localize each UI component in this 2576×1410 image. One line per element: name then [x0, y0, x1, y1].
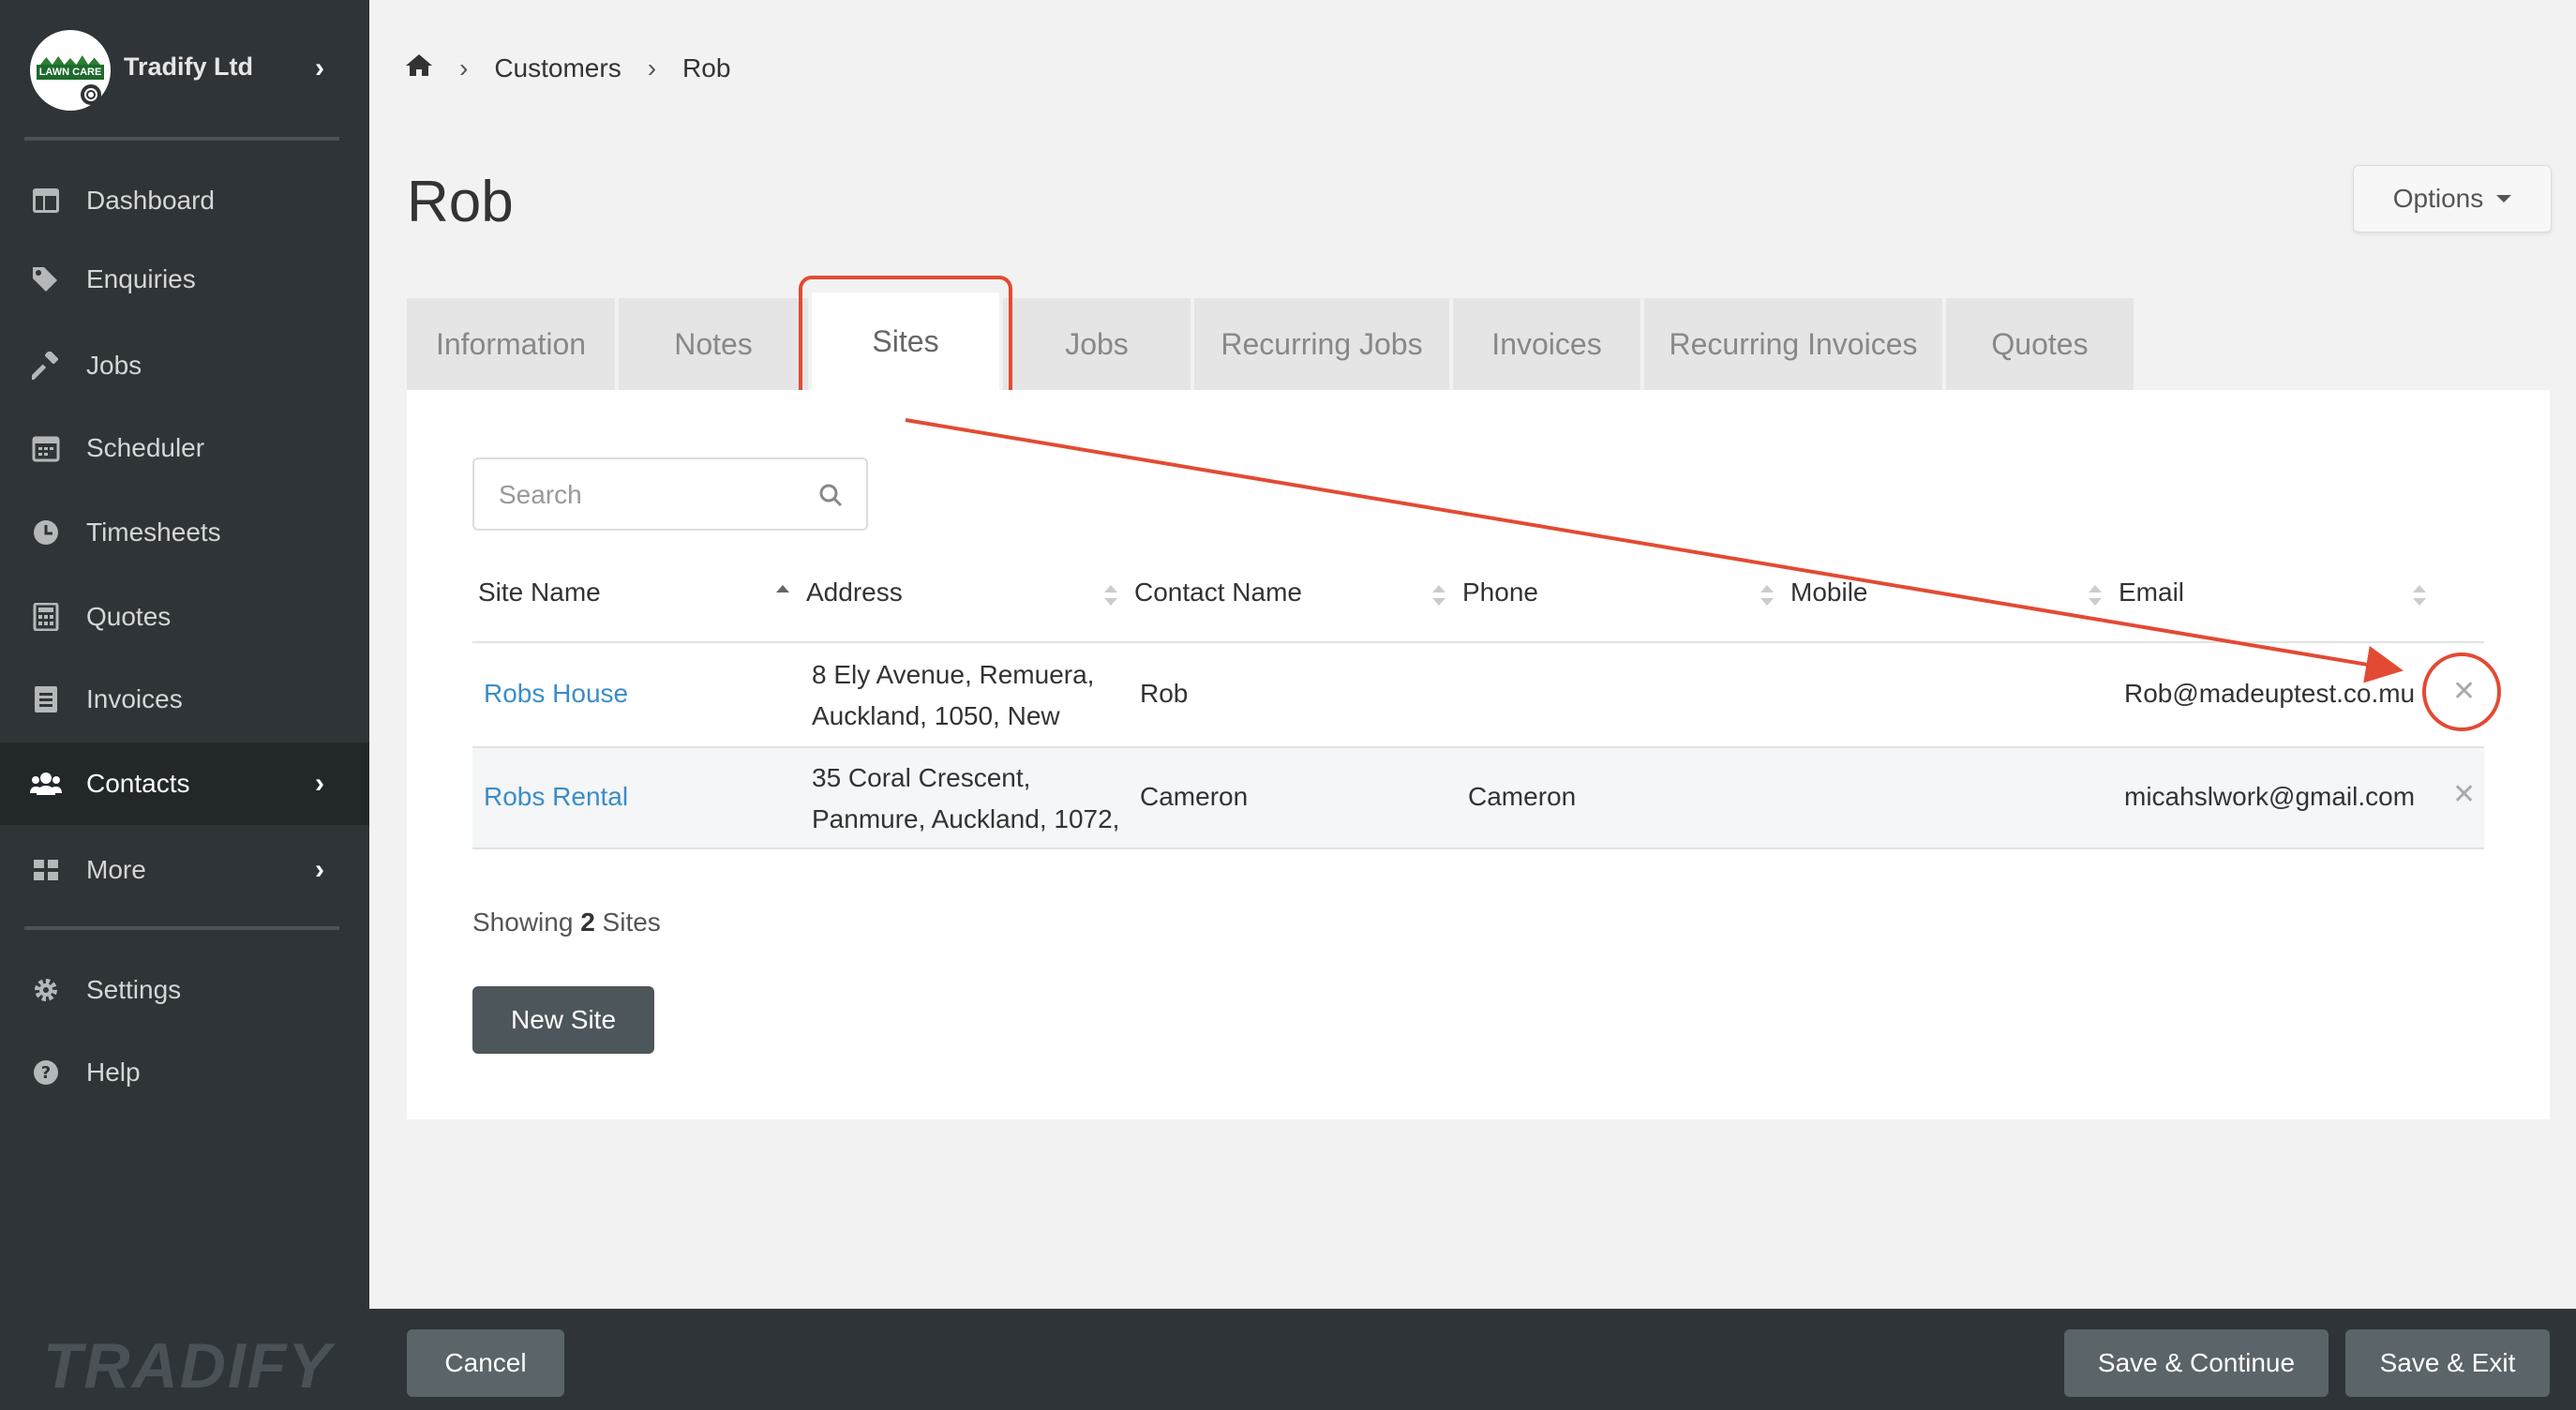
showing-prefix: Showing [472, 908, 574, 937]
annotation-arrow [905, 418, 2404, 683]
save-continue-button[interactable]: Save & Continue [2064, 1329, 2329, 1397]
showing-count: Showing 2 Sites [472, 908, 661, 938]
showing-suffix: Sites [602, 908, 661, 937]
cancel-button[interactable]: Cancel [407, 1329, 564, 1397]
new-site-button[interactable]: New Site [472, 986, 654, 1054]
save-exit-button[interactable]: Save & Exit [2345, 1329, 2550, 1397]
showing-number: 2 [580, 908, 595, 937]
